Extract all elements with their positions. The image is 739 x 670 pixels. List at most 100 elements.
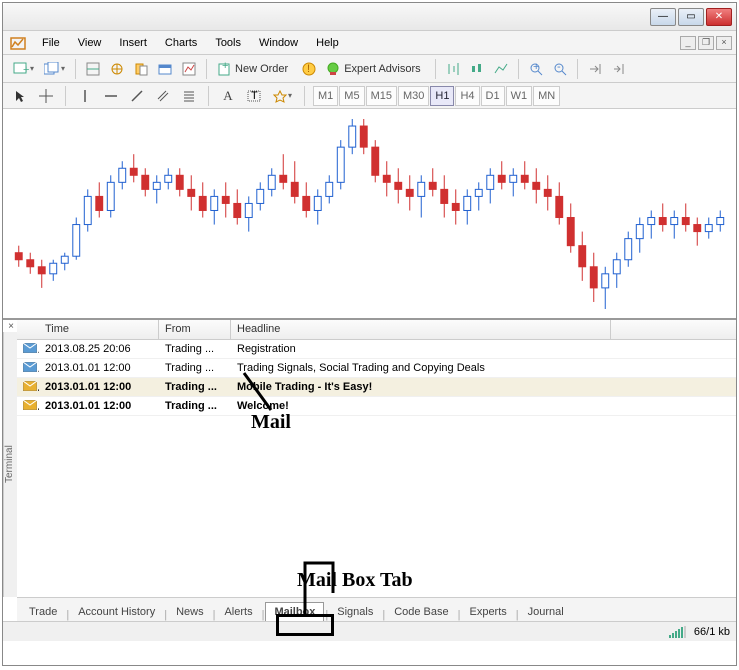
- mail-time: 2013.01.01 12:00: [39, 379, 159, 395]
- horizontal-line-tool[interactable]: [100, 85, 122, 107]
- menu-file[interactable]: File: [33, 34, 69, 52]
- tab-trade[interactable]: Trade: [21, 603, 65, 621]
- zoom-in-button[interactable]: +: [525, 58, 547, 80]
- connection-icon: [669, 626, 686, 638]
- mail-col-icon[interactable]: [17, 320, 39, 339]
- minimize-button[interactable]: —: [650, 8, 676, 26]
- mail-from: Trading ...: [159, 341, 231, 357]
- svg-text:+: +: [533, 62, 539, 73]
- annotation-mail: Mail: [251, 411, 291, 434]
- equidistant-channel-tool[interactable]: [152, 85, 174, 107]
- timeframe-bar: M1M5M15M30H1H4D1W1MN: [313, 86, 561, 106]
- candle-chart-button[interactable]: [466, 58, 488, 80]
- timeframe-h4[interactable]: H4: [455, 86, 479, 106]
- tab-alerts[interactable]: Alerts: [216, 603, 260, 621]
- mail-col-headline[interactable]: Headline: [231, 320, 611, 339]
- chart-area[interactable]: [3, 109, 736, 319]
- timeframe-w1[interactable]: W1: [506, 86, 533, 106]
- timeframe-h1[interactable]: H1: [430, 86, 454, 106]
- mdi-restore-button[interactable]: ❐: [698, 36, 714, 50]
- mail-row[interactable]: 2013.08.25 20:06Trading ...Registration: [17, 340, 736, 359]
- timeframe-d1[interactable]: D1: [481, 86, 505, 106]
- tab-experts[interactable]: Experts: [461, 603, 514, 621]
- strategy-tester-button[interactable]: [178, 58, 200, 80]
- mail-from: Trading ...: [159, 360, 231, 376]
- expert-advisors-button[interactable]: Expert Advisors: [322, 58, 428, 80]
- data-window-button[interactable]: [130, 58, 152, 80]
- mail-row[interactable]: 2013.01.01 12:00Trading ...Mobile Tradin…: [17, 378, 736, 397]
- envelope-icon: [17, 398, 39, 415]
- annotation-highlight-box: [276, 614, 334, 636]
- timeframe-m15[interactable]: M15: [366, 86, 397, 106]
- fibonacci-tool[interactable]: [178, 85, 200, 107]
- svg-text:-: -: [557, 62, 561, 73]
- timeframe-m30[interactable]: M30: [398, 86, 429, 106]
- zoom-out-button[interactable]: -: [549, 58, 571, 80]
- bar-chart-button[interactable]: [442, 58, 464, 80]
- vertical-line-tool[interactable]: [74, 85, 96, 107]
- menu-help[interactable]: Help: [307, 34, 348, 52]
- profiles-button[interactable]: ▾: [40, 58, 69, 80]
- mdi-minimize-button[interactable]: _: [680, 36, 696, 50]
- mail-col-time[interactable]: Time: [39, 320, 159, 339]
- terminal-tabs: Trade|Account History|News|Alerts|Mailbo…: [17, 597, 736, 621]
- metaeditor-button[interactable]: !: [298, 58, 320, 80]
- auto-scroll-button[interactable]: [584, 58, 606, 80]
- mail-header-row: Time From Headline: [17, 320, 736, 340]
- crosshair-tool[interactable]: [35, 85, 57, 107]
- mail-row[interactable]: 2013.01.01 12:00Trading ...Welcome!: [17, 397, 736, 416]
- svg-text:T: T: [251, 90, 258, 102]
- mail-headline: Trading Signals, Social Trading and Copy…: [231, 360, 611, 376]
- maximize-button[interactable]: ▭: [678, 8, 704, 26]
- terminal-label: Terminal: [3, 332, 17, 597]
- timeframe-mn[interactable]: MN: [533, 86, 560, 106]
- close-button[interactable]: ✕: [706, 8, 732, 26]
- mdi-close-button[interactable]: ×: [716, 36, 732, 50]
- menu-window[interactable]: Window: [250, 34, 307, 52]
- mail-time: 2013.01.01 12:00: [39, 398, 159, 414]
- tab-news[interactable]: News: [168, 603, 212, 621]
- objects-button[interactable]: ▾: [269, 85, 296, 107]
- status-network: 66/1 kb: [694, 626, 730, 638]
- timeframe-m1[interactable]: M1: [313, 86, 338, 106]
- new-chart-button[interactable]: +▾: [9, 58, 38, 80]
- tab-code-base[interactable]: Code Base: [386, 603, 456, 621]
- app-icon: [7, 34, 29, 52]
- envelope-icon: [17, 360, 39, 377]
- menu-tools[interactable]: Tools: [206, 34, 250, 52]
- menu-charts[interactable]: Charts: [156, 34, 206, 52]
- envelope-icon: [17, 341, 39, 358]
- tab-signals[interactable]: Signals: [329, 603, 381, 621]
- menu-view[interactable]: View: [69, 34, 111, 52]
- mail-headline: Registration: [231, 341, 611, 357]
- mail-table: Time From Headline 2013.08.25 20:06Tradi…: [17, 320, 736, 598]
- mail-time: 2013.01.01 12:00: [39, 360, 159, 376]
- menu-insert[interactable]: Insert: [110, 34, 156, 52]
- new-order-button[interactable]: +New Order: [213, 58, 296, 80]
- market-watch-button[interactable]: [82, 58, 104, 80]
- mail-col-from[interactable]: From: [159, 320, 231, 339]
- text-label-tool[interactable]: T: [243, 85, 265, 107]
- terminal-close-icon[interactable]: ×: [5, 320, 17, 332]
- line-chart-button[interactable]: [490, 58, 512, 80]
- mail-row[interactable]: 2013.01.01 12:00Trading ...Trading Signa…: [17, 359, 736, 378]
- terminal-button[interactable]: [154, 58, 176, 80]
- timeframe-m5[interactable]: M5: [339, 86, 364, 106]
- tab-account-history[interactable]: Account History: [70, 603, 163, 621]
- annotation-mailbox-tab: Mail Box Tab: [297, 569, 413, 592]
- svg-text:+: +: [23, 64, 29, 76]
- navigator-button[interactable]: [106, 58, 128, 80]
- second-toolbar: A T ▾ M1M5M15M30H1H4D1W1MN: [3, 83, 736, 109]
- chart-shift-button[interactable]: [608, 58, 630, 80]
- text-tool[interactable]: A: [217, 85, 239, 107]
- trendline-tool[interactable]: [126, 85, 148, 107]
- mail-time: 2013.08.25 20:06: [39, 341, 159, 357]
- tab-journal[interactable]: Journal: [520, 603, 572, 621]
- cursor-tool[interactable]: [9, 85, 31, 107]
- mail-from: Trading ...: [159, 379, 231, 395]
- svg-text:!: !: [307, 63, 310, 75]
- mail-from: Trading ...: [159, 398, 231, 414]
- envelope-icon: [17, 379, 39, 396]
- status-bar: 66/1 kb: [3, 621, 736, 641]
- mail-headline: Mobile Trading - It's Easy!: [231, 379, 611, 395]
